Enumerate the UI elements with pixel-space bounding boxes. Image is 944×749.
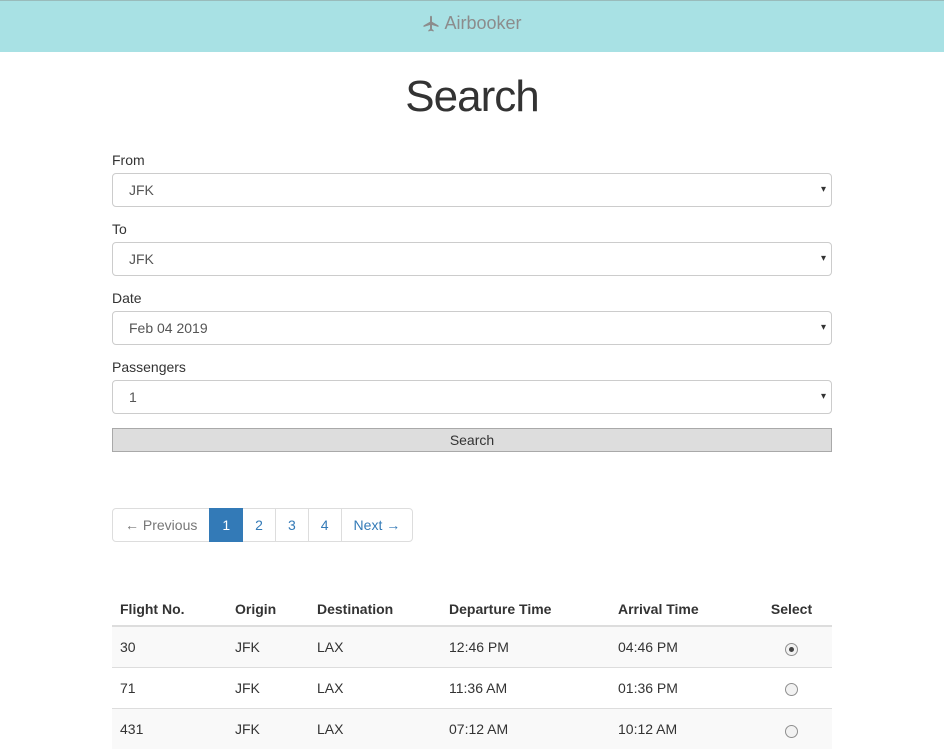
from-select[interactable]: JFK ▾ [112, 173, 832, 207]
date-label: Date [112, 290, 142, 306]
search-button[interactable]: Search [112, 428, 832, 452]
flight-no-cell: 71 [112, 666, 227, 708]
destination-cell: LAX [309, 625, 441, 667]
pagination: ← Previous 1 2 3 4 Next → [112, 508, 414, 542]
header-flight-no: Flight No. [112, 584, 227, 627]
passengers-select[interactable]: 1 ▾ [112, 380, 832, 414]
select-cell [751, 625, 832, 667]
departure-cell: 12:46 PM [441, 625, 610, 667]
search-form: From JFK ▾ To JFK ▾ Date Feb 04 2019 ▾ P… [112, 152, 832, 452]
date-field: Date Feb 04 2019 ▾ [112, 290, 832, 345]
to-value: JFK [129, 251, 154, 267]
passengers-value: 1 [129, 389, 137, 405]
from-label: From [112, 152, 145, 168]
arrival-cell: 01:36 PM [610, 666, 751, 708]
previous-page-link[interactable]: ← Previous [112, 508, 211, 542]
date-value: Feb 04 2019 [129, 320, 208, 336]
airplane-icon [422, 15, 440, 33]
departure-cell: 07:12 AM [441, 707, 610, 749]
origin-cell: JFK [227, 625, 309, 667]
page-title: Search [405, 72, 539, 121]
departure-cell: 11:36 AM [441, 666, 610, 708]
brand-link[interactable]: Airbooker [422, 13, 522, 34]
passengers-label: Passengers [112, 359, 186, 375]
flight-no-cell: 30 [112, 625, 227, 667]
origin-cell: JFK [227, 666, 309, 708]
chevron-down-icon: ▾ [820, 253, 826, 264]
page-link-2[interactable]: 2 [242, 508, 276, 542]
brand-name: Airbooker [444, 13, 522, 33]
origin-cell: JFK [227, 707, 309, 749]
select-cell [751, 707, 832, 749]
table-header-row: Flight No. Origin Destination Departure … [112, 584, 832, 627]
flight-select-radio[interactable] [785, 683, 798, 697]
to-field: To JFK ▾ [112, 221, 832, 276]
passengers-field: Passengers 1 ▾ [112, 359, 832, 414]
flight-no-cell: 431 [112, 707, 227, 749]
flight-select-radio[interactable] [785, 642, 798, 656]
destination-cell: LAX [309, 666, 441, 708]
page-link-1[interactable]: 1 [209, 508, 244, 542]
destination-cell: LAX [309, 707, 441, 749]
header-arrival-time: Arrival Time [610, 584, 751, 627]
to-select[interactable]: JFK ▾ [112, 242, 832, 276]
header-destination: Destination [309, 584, 441, 627]
chevron-down-icon: ▾ [820, 184, 826, 195]
table-row: 71 JFK LAX 11:36 AM 01:36 PM [112, 666, 832, 708]
page-link-3[interactable]: 3 [274, 508, 309, 542]
flights-table: Flight No. Origin Destination Departure … [112, 584, 832, 749]
header-origin: Origin [227, 584, 309, 627]
arrival-cell: 04:46 PM [610, 625, 751, 667]
chevron-down-icon: ▾ [820, 391, 826, 402]
table-row: 431 JFK LAX 07:12 AM 10:12 AM [112, 707, 832, 749]
header-select: Select [751, 584, 832, 627]
page-link-4[interactable]: 4 [307, 508, 342, 542]
next-page-link[interactable]: Next → [340, 508, 414, 542]
header-departure-time: Departure Time [441, 584, 610, 627]
chevron-down-icon: ▾ [820, 322, 826, 333]
from-field: From JFK ▾ [112, 152, 832, 207]
select-cell [751, 666, 832, 708]
navbar: Airbooker [0, 0, 944, 52]
arrival-cell: 10:12 AM [610, 707, 751, 749]
from-value: JFK [129, 182, 154, 198]
table-row: 30 JFK LAX 12:46 PM 04:46 PM [112, 625, 832, 667]
to-label: To [112, 221, 127, 237]
date-select[interactable]: Feb 04 2019 ▾ [112, 311, 832, 345]
